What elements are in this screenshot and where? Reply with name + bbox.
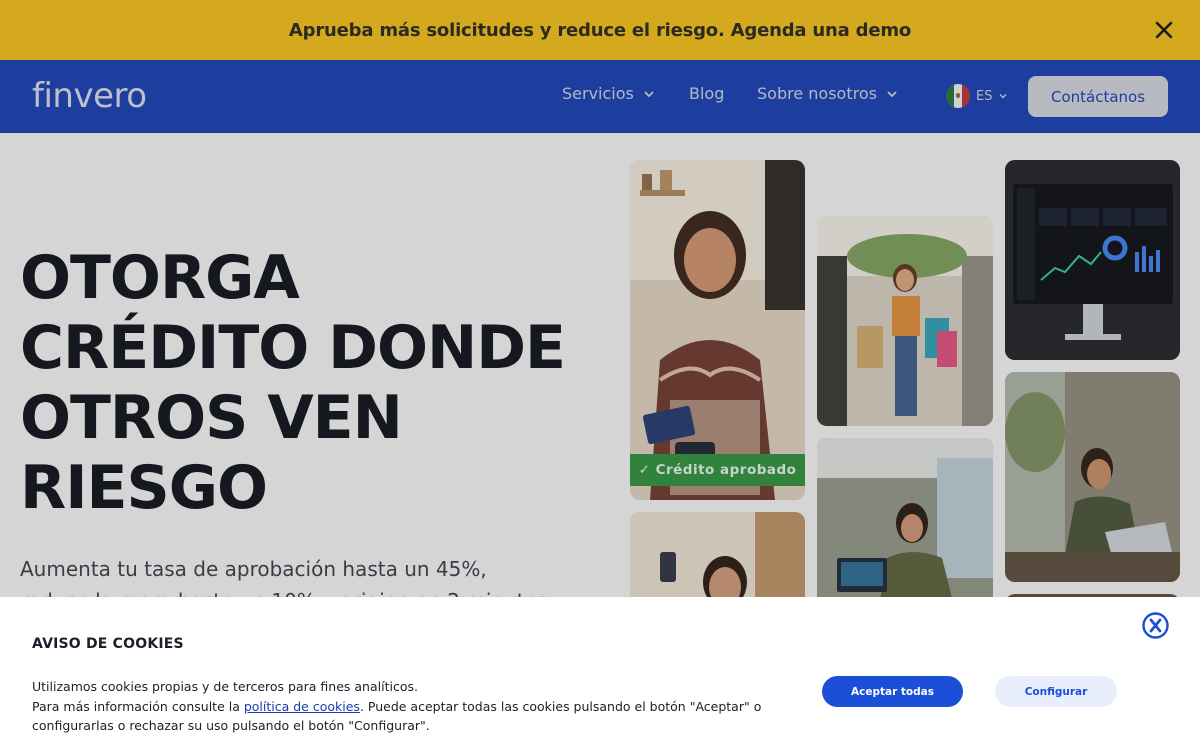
dashboard-monitor-illustration: [1005, 160, 1180, 360]
dashboard-monitor-image: [1005, 160, 1180, 360]
credit-approved-badge: ✓ Crédito aprobado: [630, 454, 805, 486]
woman-paying-card-illustration: [630, 160, 805, 500]
hero-title: OTORGA CRÉDITO DONDE OTROS VEN RIESGO: [20, 243, 600, 523]
configure-button[interactable]: Configurar: [995, 676, 1117, 707]
woman-paying-card-image: ✓ Crédito aprobado: [630, 160, 805, 500]
hero-title-line: CRÉDITO DONDE: [20, 313, 566, 383]
man-laptop-cafe-image: [1005, 372, 1180, 582]
announcement-text[interactable]: Aprueba más solicitudes y reduce el ries…: [289, 20, 911, 41]
cookie-text-prefix: Para más información consulte la: [32, 698, 244, 714]
nav-sobre-nosotros-label: Sobre nosotros: [757, 84, 877, 103]
nav-servicios[interactable]: Servicios: [562, 84, 656, 103]
woman-laptop-office-illustration: [817, 438, 993, 618]
language-code: ES: [976, 88, 993, 104]
man-laptop-cafe-illustration: [1005, 372, 1180, 582]
cookie-title: AVISO DE COOKIES: [32, 636, 184, 652]
chevron-down-icon: [999, 94, 1007, 99]
announcement-bar[interactable]: Aprueba más solicitudes y reduce el ries…: [0, 0, 1200, 60]
cookie-text: Utilizamos cookies propias y de terceros…: [32, 677, 792, 736]
hero-title-line: RIESGO: [20, 453, 268, 523]
nav-servicios-label: Servicios: [562, 84, 634, 103]
accept-all-button[interactable]: Aceptar todas: [822, 676, 963, 707]
woman-laptop-office-image: [817, 438, 993, 618]
woman-shopping-bags-image: [817, 216, 993, 426]
hero-title-line: OTROS VEN: [20, 383, 403, 453]
cookie-policy-link[interactable]: política de cookies: [244, 699, 360, 714]
woman-shopping-bags-illustration: [817, 216, 993, 426]
contact-button[interactable]: Contáctanos: [1028, 76, 1168, 117]
site-header: finvero Servicios Blog Sobre nosotros ES…: [0, 60, 1200, 133]
cookie-text-line: Utilizamos cookies propias y de terceros…: [32, 679, 418, 694]
nav-sobre-nosotros[interactable]: Sobre nosotros: [757, 84, 899, 103]
cookie-text-line: Para más información consulte la polític…: [32, 697, 792, 736]
cookie-banner: AVISO DE COOKIES Utilizamos cookies prop…: [0, 597, 1200, 750]
nav-blog-label: Blog: [689, 84, 725, 103]
mexico-flag-icon: [946, 84, 970, 108]
language-selector[interactable]: ES: [946, 84, 1008, 108]
chevron-down-icon: [887, 91, 897, 98]
finvero-logo[interactable]: finvero: [32, 76, 147, 116]
close-circle-icon[interactable]: [1142, 612, 1169, 639]
close-icon[interactable]: [1152, 18, 1176, 42]
nav-blog[interactable]: Blog: [689, 84, 724, 103]
chevron-down-icon: [644, 91, 654, 98]
hero-title-line: OTORGA: [20, 243, 300, 313]
